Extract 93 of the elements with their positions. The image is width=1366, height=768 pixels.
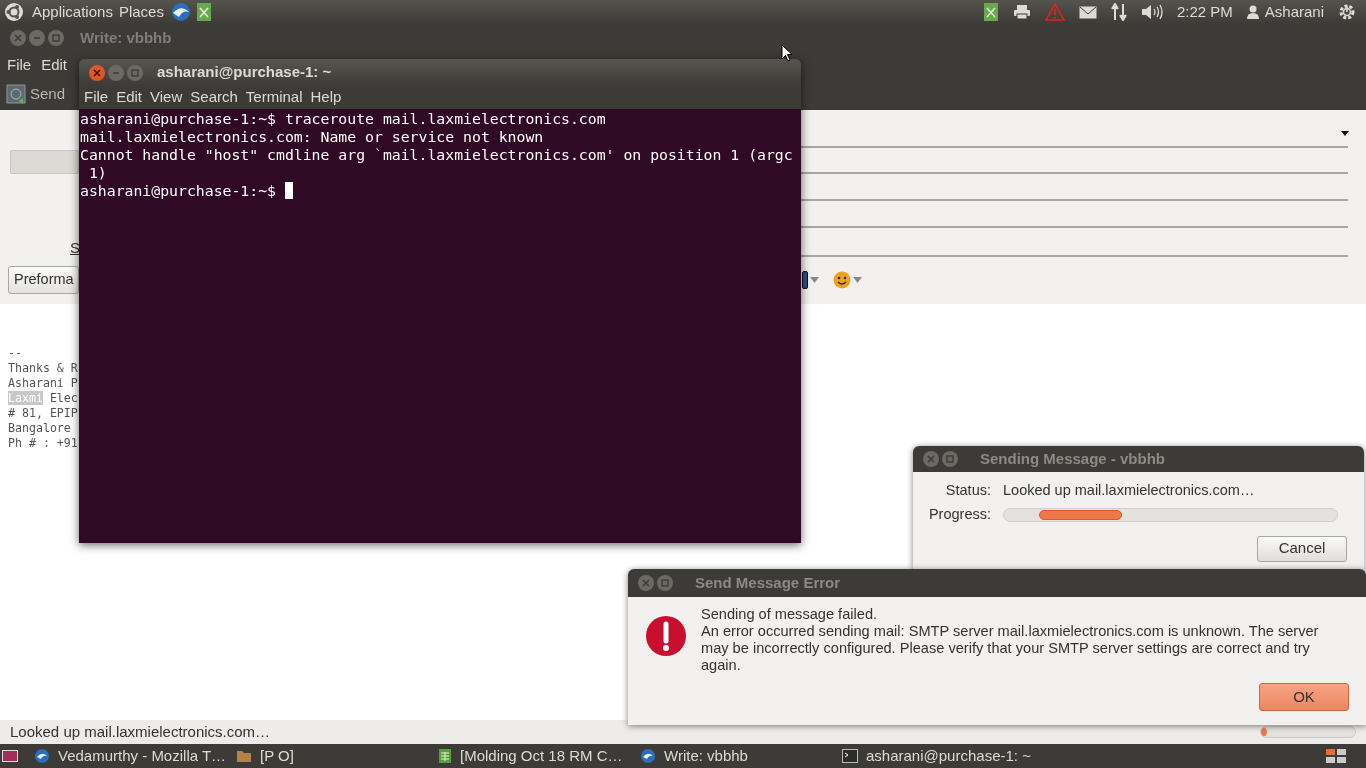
window-title: Sending Message - vbbhb	[980, 448, 1166, 469]
envelope-stamp-icon	[6, 84, 26, 104]
ok-button[interactable]: OK	[1259, 683, 1349, 711]
signature-line: Ph # : +91	[8, 436, 78, 451]
terminal-icon	[842, 749, 858, 763]
menu-item[interactable]: File	[7, 53, 32, 77]
from-field[interactable]	[10, 150, 79, 174]
close-button[interactable]	[89, 64, 105, 81]
smiley-icon	[833, 271, 851, 289]
caret-icon	[853, 277, 862, 283]
close-icon	[93, 68, 101, 77]
activity-indicator	[1261, 727, 1267, 737]
signature-line: Asharani P	[8, 376, 78, 391]
spreadsheet-icon	[982, 2, 999, 22]
signature-line: Thanks & R	[8, 361, 78, 376]
taskbar-item[interactable]: Vedamurthy - Mozilla T…	[30, 744, 232, 768]
minimize-button[interactable]	[108, 64, 124, 81]
person-icon	[1246, 5, 1259, 19]
up-down-arrows-icon	[1110, 3, 1127, 21]
menu-item[interactable]: Help	[310, 86, 342, 109]
minimize-button[interactable]	[29, 30, 45, 46]
menu-item[interactable]: File	[84, 86, 109, 109]
maximize-button[interactable]	[127, 64, 143, 81]
exclamation-icon	[645, 615, 687, 657]
terminal-line: asharani@purchase-1:~$ traceroute mail.laxmielectronics.com	[80, 110, 607, 128]
panel-menu[interactable]: Places	[118, 0, 164, 24]
terminal-line: Cannot handle "host" cmdline arg `mail.laxmielectronics.com' on position 1 (argc	[80, 146, 794, 164]
window-title: asharani@purchase-1: ~	[157, 62, 332, 83]
spreadsheet-icon	[195, 2, 212, 22]
paragraph-format-dropdown[interactable]: Preforma	[8, 266, 79, 294]
maximize-icon	[661, 579, 669, 587]
close-icon	[14, 34, 22, 42]
desktop-icon	[2, 750, 18, 762]
progress-dialog[interactable]: Sending Message - vbbhb Status: Looked up mail.laxmielectronics.com… Progress: Cancel	[913, 446, 1364, 570]
maximize-icon	[52, 34, 60, 42]
color-swatch-icon[interactable]	[802, 271, 808, 289]
caret-icon	[810, 277, 819, 283]
status-text: Looked up mail.laxmielectronics.com…	[1003, 481, 1256, 500]
window-title: Write: vbbhb	[80, 27, 172, 48]
error-message: An error occurred sending mail: SMTP server mail.laxmielectronics.com is unknown. The server may be incorrectly configured. Please verify that your SMTP server settings are correct and try again.	[701, 623, 1320, 674]
terminal-line: mail.laxmielectronics.com: Name or service not known	[80, 128, 545, 146]
status-text: Looked up mail.laxmielectronics.com…	[10, 721, 271, 742]
circle-of-friends-icon	[4, 2, 24, 22]
taskbar-item[interactable]: [P O]	[232, 744, 434, 768]
menu-item[interactable]: Edit	[41, 53, 68, 77]
folder-icon	[236, 748, 252, 764]
signature-line: Bangalore	[8, 421, 71, 436]
clock-text[interactable]: 2:22 PM	[1176, 0, 1233, 24]
close-icon	[642, 579, 650, 587]
signature-line: # 81, EPIP	[8, 406, 78, 421]
speaker-icon	[1140, 4, 1163, 20]
maximize-icon	[946, 455, 954, 463]
workspace-switcher-icon	[1326, 749, 1346, 763]
bird-globe-icon	[169, 2, 192, 22]
menu-item[interactable]: Terminal	[245, 86, 303, 109]
bird-globe-icon	[640, 748, 656, 764]
envelope-icon	[1078, 5, 1097, 19]
close-button[interactable]	[10, 30, 26, 46]
terminal-line: asharani@purchase-1:~$	[80, 182, 801, 200]
signature-line: --	[8, 346, 22, 361]
maximize-icon	[131, 68, 139, 77]
menu-item[interactable]: Edit	[116, 86, 143, 109]
maximize-button[interactable]	[657, 575, 673, 591]
minimize-icon	[33, 34, 41, 42]
power-gear-icon	[1338, 3, 1356, 21]
caret-icon	[1341, 131, 1349, 136]
panel-menu[interactable]: Applications	[32, 0, 113, 24]
text-cursor	[284, 182, 293, 199]
user-name[interactable]: Asharani	[1264, 0, 1324, 24]
close-button[interactable]	[923, 451, 939, 467]
menu-item[interactable]: Search	[190, 86, 238, 109]
status-label: Status:	[944, 481, 991, 500]
taskbar-item[interactable]: asharani@purchase-1: ~	[838, 744, 1040, 768]
warning-icon	[1044, 3, 1065, 21]
close-icon	[927, 455, 935, 463]
close-button[interactable]	[638, 575, 654, 591]
subject-label: S	[70, 238, 80, 258]
maximize-button[interactable]	[942, 451, 958, 467]
spreadsheet-icon	[438, 748, 452, 764]
taskbar-item[interactable]: Write: vbbhb	[636, 744, 838, 768]
menu-item[interactable]: View	[150, 86, 183, 109]
printer-icon	[1012, 4, 1031, 20]
terminal-line: 1)	[87, 164, 108, 182]
window-title: Send Message Error	[695, 572, 841, 593]
maximize-button[interactable]	[48, 30, 64, 46]
taskbar-item[interactable]: [Molding Oct 18 RM C…	[434, 744, 636, 768]
cancel-button[interactable]: Cancel	[1257, 535, 1347, 562]
bird-globe-icon	[34, 748, 50, 764]
mouse-pointer-icon	[781, 44, 793, 62]
error-heading: Sending of message failed.	[701, 606, 879, 623]
send-button[interactable]: Send	[6, 82, 66, 106]
progress-label: Progress:	[927, 504, 991, 524]
error-dialog[interactable]	[628, 569, 1366, 725]
